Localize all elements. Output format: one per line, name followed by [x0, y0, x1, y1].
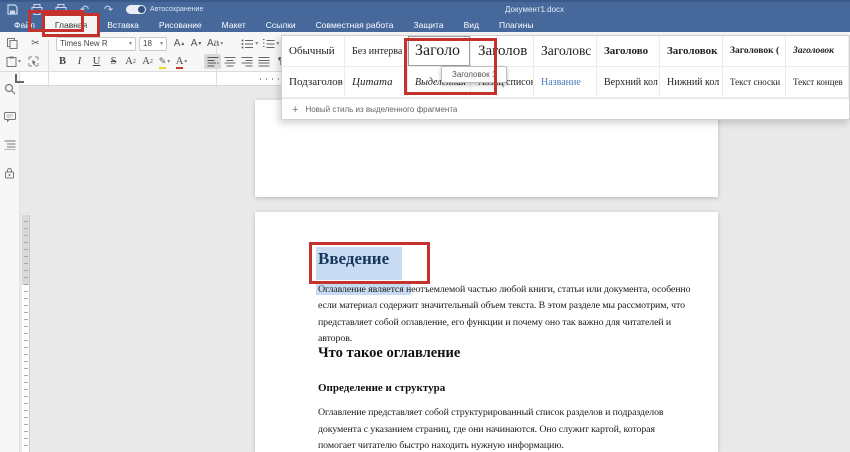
style-heading-1[interactable]: Заголо [408, 36, 471, 67]
bullet-list-icon[interactable]: ▾ [239, 36, 260, 51]
italic-button[interactable]: I [71, 54, 88, 69]
doc-heading-chto-takoe[interactable]: Что такое оглавление [318, 345, 460, 362]
superscript-icon[interactable]: A2 [122, 54, 139, 69]
font-name-select[interactable]: Times New R▾ [56, 37, 136, 51]
vertical-ruler[interactable] [22, 215, 30, 452]
align-center-icon[interactable] [221, 54, 238, 69]
style-footer[interactable]: Нижний кол [660, 67, 723, 98]
style-quote[interactable]: Цитата [345, 67, 408, 98]
doc-paragraph-line[interactable]: документа с указанием страниц, где они н… [318, 422, 655, 438]
strikethrough-button[interactable]: S [105, 54, 122, 69]
tab-view[interactable]: Вид [454, 16, 489, 34]
align-justify-icon[interactable] [255, 54, 272, 69]
tab-plugins[interactable]: Плагины [489, 16, 543, 34]
cut-icon[interactable]: ✂ [27, 36, 44, 51]
left-panel [0, 72, 20, 452]
doc-paragraph-line[interactable]: Оглавление является неотъемлемой частью … [318, 282, 690, 298]
autosave-label: Автосохранение [150, 6, 203, 13]
select-tool-icon[interactable] [25, 54, 42, 69]
document-editor-window: ↶ ↷ Автосохранение Документ1.docx Файл Г… [0, 0, 850, 452]
font-name-value: Times New R [60, 39, 108, 48]
quick-print-icon[interactable] [54, 4, 67, 15]
style-footnote-text[interactable]: Текст сноски [723, 67, 786, 98]
style-tooltip: Заголовок 1 [441, 66, 507, 83]
style-title[interactable]: Название [534, 67, 597, 98]
doc-heading-vvedenie[interactable]: Введение [318, 249, 389, 269]
font-color-icon[interactable]: A▾ [173, 54, 190, 69]
style-heading-4[interactable]: Заголово [597, 36, 660, 67]
autosave-toggle[interactable] [126, 5, 146, 14]
save-icon[interactable] [6, 4, 19, 15]
highlight-color-icon[interactable]: ✎▾ [156, 54, 173, 69]
paste-icon[interactable]: ▾ [4, 54, 23, 69]
decrease-font-icon[interactable]: A▼ [188, 36, 205, 51]
tab-insert[interactable]: Вставка [97, 16, 149, 34]
tab-home[interactable]: Главная [45, 16, 97, 34]
doc-paragraph-line[interactable]: представляет собой оглавление, его функц… [318, 315, 671, 331]
style-heading-6[interactable]: Заголовок ( [723, 36, 786, 67]
tab-protection[interactable]: Защита [403, 16, 453, 34]
document-title: Документ1.docx [505, 5, 564, 14]
style-header[interactable]: Верхний кол [597, 67, 660, 98]
page-2[interactable]: Введение Оглавление является неотъемлемо… [255, 212, 718, 452]
style-no-spacing[interactable]: Без интерва [345, 36, 408, 67]
quick-access-toolbar: ↶ ↷ Автосохранение [6, 3, 203, 16]
doc-paragraph-line[interactable]: Оглавление представляет собой структурир… [318, 405, 663, 421]
subscript-icon[interactable]: A2 [139, 54, 156, 69]
numbered-list-icon[interactable]: ▾ [260, 36, 281, 51]
underline-button[interactable]: U [88, 54, 105, 69]
navigation-headings-icon[interactable] [3, 138, 17, 152]
autosave-control: Автосохранение [126, 5, 203, 14]
style-heading-5[interactable]: Заголовок [660, 36, 723, 67]
new-style-label: Новый стиль из выделенного фрагмента [305, 105, 457, 114]
font-size-value: 18 [143, 39, 152, 48]
align-left-icon[interactable] [204, 54, 221, 69]
style-heading-2[interactable]: Заголов [471, 36, 534, 67]
font-size-select[interactable]: 18▾ [139, 37, 167, 51]
title-bar: ↶ ↷ Автосохранение Документ1.docx Файл Г… [0, 0, 850, 32]
align-right-icon[interactable] [238, 54, 255, 69]
style-heading-3[interactable]: Заголовс [534, 36, 597, 67]
undo-icon[interactable]: ↶ [78, 4, 91, 15]
increase-font-icon[interactable]: A▲ [171, 36, 188, 51]
tab-references[interactable]: Ссылки [256, 16, 306, 34]
tab-collaboration[interactable]: Совместная работа [306, 16, 404, 34]
doc-paragraph-line[interactable]: помогает читателю быстро находить нужную… [318, 438, 564, 452]
styles-grid: Обычный Без интерва Заголо Заголов Загол… [282, 36, 849, 98]
copy-icon[interactable] [4, 36, 21, 51]
tab-stop-selector[interactable] [15, 74, 24, 83]
ribbon-tabs: Файл Главная Вставка Рисование Макет Ссы… [4, 16, 543, 34]
styles-gallery-dropdown: Обычный Без интерва Заголо Заголов Загол… [281, 35, 850, 120]
lock-icon[interactable] [3, 166, 17, 180]
doc-paragraph-line[interactable]: если материал содержит значительный объе… [318, 298, 685, 314]
print-icon[interactable] [30, 4, 43, 15]
new-style-button[interactable]: + Новый стиль из выделенного фрагмента [282, 98, 849, 120]
comments-icon[interactable] [3, 110, 17, 124]
plus-icon: + [292, 106, 298, 114]
redo-icon[interactable]: ↷ [102, 4, 115, 15]
search-icon[interactable] [3, 82, 17, 96]
doc-heading-opredelenie[interactable]: Определение и структура [318, 382, 445, 394]
tab-draw[interactable]: Рисование [149, 16, 212, 34]
tab-file[interactable]: Файл [4, 16, 45, 34]
style-subtitle[interactable]: Подзаголов [282, 67, 345, 98]
style-endnote-text[interactable]: Текст концев [786, 67, 849, 98]
tab-layout[interactable]: Макет [212, 16, 256, 34]
bold-button[interactable]: B [54, 54, 71, 69]
style-heading-7[interactable]: Заголовок [786, 36, 849, 67]
style-normal[interactable]: Обычный [282, 36, 345, 67]
